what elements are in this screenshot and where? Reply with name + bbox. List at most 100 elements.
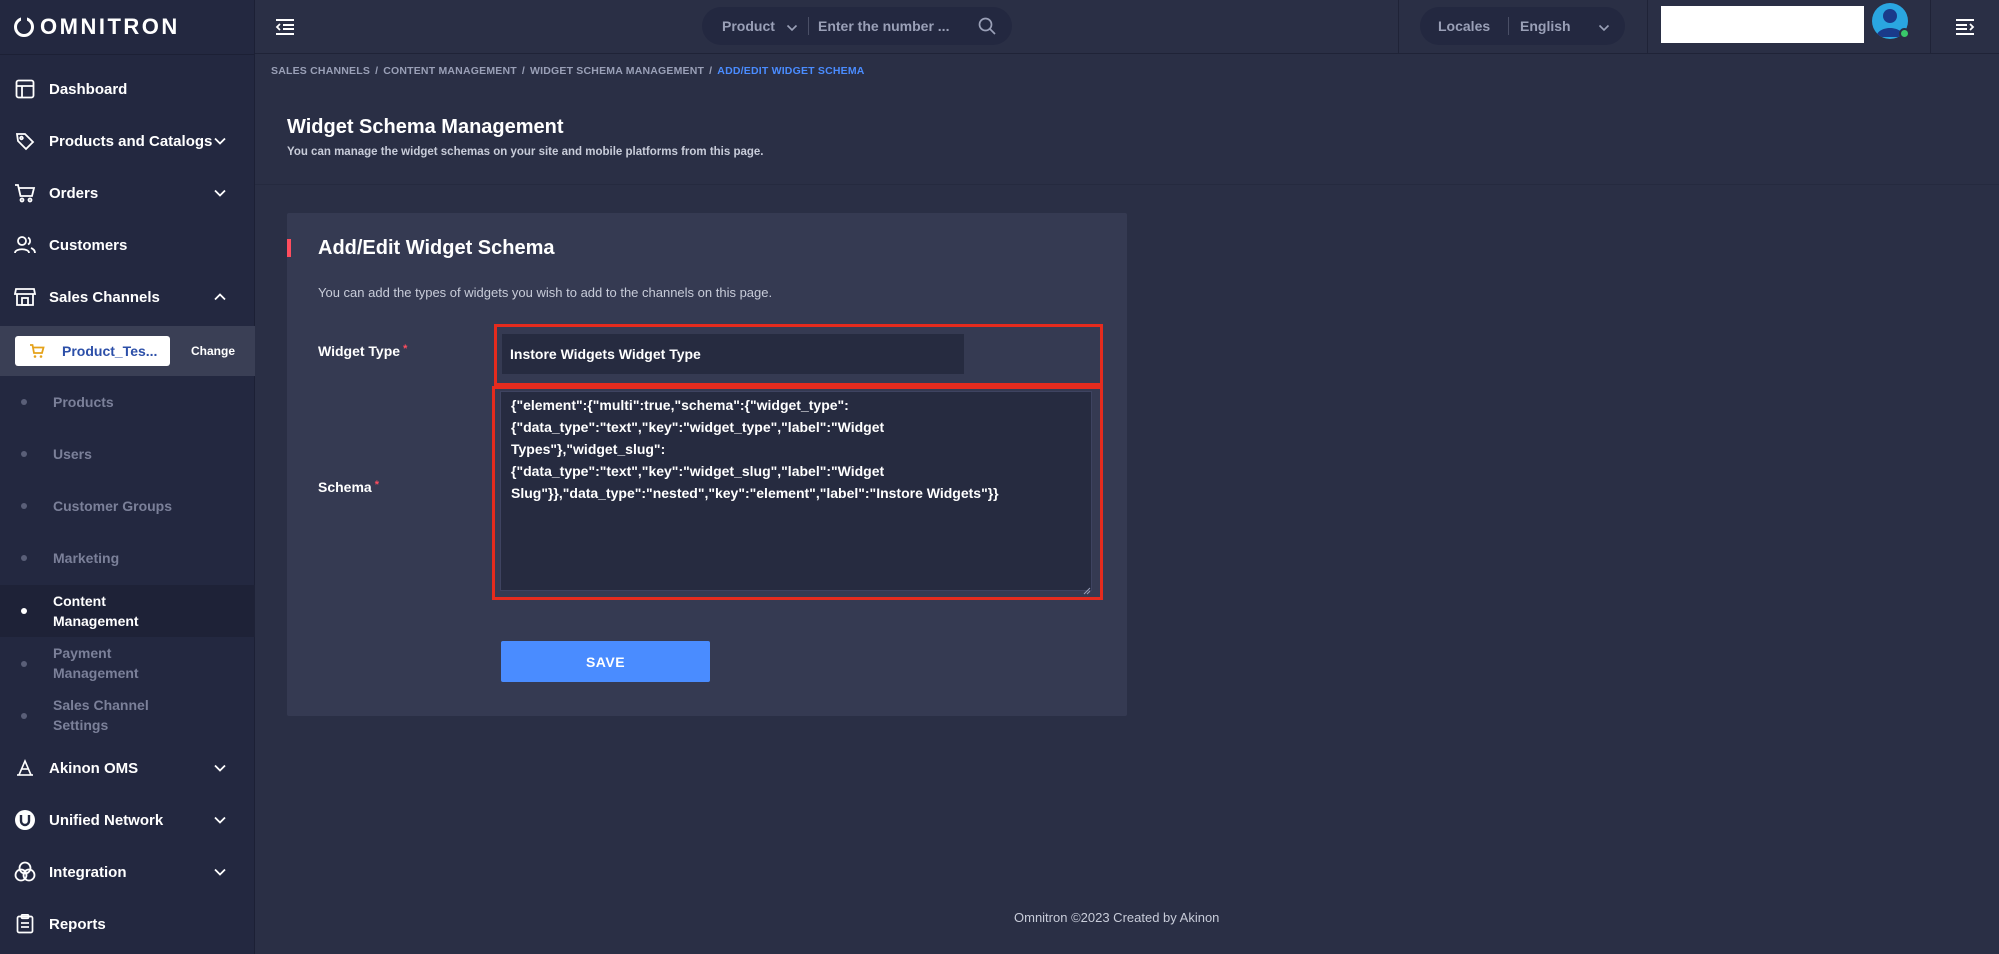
sidebar-subitem-sales-channel-settings[interactable]: Sales Channel Settings bbox=[0, 690, 255, 742]
brand-logo[interactable]: OMNITRON bbox=[14, 12, 180, 42]
sidebar-subitem-products[interactable]: Products bbox=[0, 382, 255, 422]
breadcrumb-item[interactable]: SALES CHANNELS bbox=[271, 65, 370, 79]
sidebar-subitem-label: Users bbox=[53, 446, 92, 462]
sidebar-item-label: Dashboard bbox=[49, 80, 128, 98]
locale-selector[interactable]: Locales English bbox=[1420, 7, 1625, 45]
sidebar-item-label: Integration bbox=[49, 863, 127, 881]
channel-select[interactable]: Product_Tes... bbox=[15, 336, 170, 366]
footer-text: Omnitron ©2023 Created by Akinon bbox=[1014, 910, 1220, 925]
chevron-down-icon bbox=[213, 761, 227, 775]
topbar-divider bbox=[1398, 0, 1399, 54]
bullet-icon bbox=[21, 555, 27, 561]
chevron-down-icon bbox=[1598, 21, 1610, 33]
sidebar-subitem-label: Content Management bbox=[53, 593, 139, 629]
channel-name: Product_Tes... bbox=[62, 343, 158, 359]
store-icon bbox=[14, 286, 36, 308]
channel-selector: Product_Tes... Change bbox=[0, 326, 255, 376]
bullet-icon bbox=[21, 503, 27, 509]
cart-icon bbox=[14, 182, 36, 204]
brand-name: OMNITRON bbox=[40, 14, 180, 39]
sidebar-subitem-label: Customer Groups bbox=[53, 498, 173, 514]
chevron-down-icon bbox=[213, 134, 227, 148]
sidebar-item-label: Akinon OMS bbox=[49, 759, 139, 777]
network-icon bbox=[14, 809, 36, 831]
required-mark: * bbox=[374, 479, 379, 491]
bullet-icon bbox=[21, 451, 27, 457]
online-status-badge bbox=[1899, 28, 1910, 39]
breadcrumb-item[interactable]: CONTENT MANAGEMENT bbox=[383, 65, 517, 79]
sidebar-item-customers[interactable]: Customers bbox=[0, 219, 255, 271]
global-search: Product bbox=[702, 7, 1012, 45]
search-divider bbox=[808, 17, 809, 35]
breadcrumb-separator: / bbox=[521, 65, 525, 77]
shopping-cart-icon bbox=[29, 343, 45, 362]
sidebar-item-reports[interactable]: Reports bbox=[0, 898, 255, 950]
sidebar-subitem-label: Products bbox=[53, 394, 114, 410]
menu-toggle-icon[interactable] bbox=[1953, 15, 1977, 39]
card-description: You can add the types of widgets you wis… bbox=[318, 285, 773, 300]
search-icon[interactable] bbox=[978, 17, 996, 35]
resize-handle-icon[interactable] bbox=[1083, 582, 1091, 595]
chevron-down-icon bbox=[213, 813, 227, 827]
sidebar-item-dashboard[interactable]: Dashboard bbox=[0, 63, 255, 115]
sidebar-item-sales-channels[interactable]: Sales Channels bbox=[0, 271, 255, 323]
sidebar-item-label: Customers bbox=[49, 236, 128, 254]
integration-icon bbox=[14, 861, 36, 883]
topbar-divider bbox=[1647, 0, 1648, 54]
required-mark: * bbox=[403, 343, 408, 355]
chevron-down-icon bbox=[786, 21, 798, 33]
sidebar-subitem-payment-management[interactable]: Payment Management bbox=[0, 638, 255, 690]
sidebar-item-orders[interactable]: Orders bbox=[0, 167, 255, 219]
sidebar-divider bbox=[0, 54, 255, 55]
collapse-sidebar-icon[interactable] bbox=[273, 15, 297, 39]
page-subtitle: You can manage the widget schemas on you… bbox=[287, 146, 764, 158]
header-divider bbox=[255, 184, 1999, 185]
save-button[interactable]: SAVE bbox=[501, 641, 710, 682]
sidebar-item-label: Products and Catalogs bbox=[49, 132, 213, 150]
sidebar-subitem-customer-groups[interactable]: Customer Groups bbox=[0, 486, 255, 526]
sidebar-subitem-label: Payment Management bbox=[53, 645, 139, 681]
page-title: Widget Schema Management bbox=[287, 116, 564, 138]
change-channel-button[interactable]: Change bbox=[178, 336, 248, 366]
sidebar-item-label: Orders bbox=[49, 184, 99, 202]
dashboard-icon bbox=[14, 78, 36, 100]
sidebar-item-unified-network[interactable]: Unified Network bbox=[0, 794, 255, 846]
search-input[interactable] bbox=[818, 15, 968, 37]
bullet-icon bbox=[21, 608, 27, 614]
widget-schema-form-card: Add/Edit Widget Schema You can add the t… bbox=[287, 213, 1127, 716]
sidebar-item-label: Unified Network bbox=[49, 811, 164, 829]
widget-type-label-text: Widget Type bbox=[318, 343, 401, 359]
bullet-icon bbox=[21, 661, 27, 667]
breadcrumb-separator: / bbox=[709, 65, 713, 77]
sidebar-subitem-users[interactable]: Users bbox=[0, 434, 255, 474]
search-scope-select[interactable]: Product bbox=[722, 18, 775, 34]
top-bar: Product Locales English bbox=[255, 0, 1999, 54]
sidebar-subitem-content-management[interactable]: Content Management bbox=[0, 585, 255, 637]
locale-value: English bbox=[1520, 18, 1571, 34]
sidebar-item-integration[interactable]: Integration bbox=[0, 846, 255, 898]
breadcrumb-item[interactable]: WIDGET SCHEMA MANAGEMENT bbox=[530, 65, 704, 79]
user-info-field[interactable] bbox=[1661, 6, 1864, 43]
sidebar-subitem-marketing[interactable]: Marketing bbox=[0, 538, 255, 578]
breadcrumb: SALES CHANNELS / CONTENT MANAGEMENT / WIDG… bbox=[271, 65, 865, 79]
locale-divider bbox=[1508, 17, 1509, 35]
schema-label: Schema * bbox=[318, 479, 379, 495]
sidebar-item-label: Sales Channels bbox=[49, 288, 160, 306]
schema-textarea[interactable]: {"element":{"multi":true,"schema":{"widg… bbox=[500, 391, 1092, 591]
sidebar-item-label: Reports bbox=[49, 915, 106, 933]
widget-type-label: Widget Type * bbox=[318, 343, 407, 359]
oms-icon bbox=[14, 757, 36, 779]
logo-icon bbox=[14, 16, 34, 37]
bullet-icon bbox=[21, 713, 27, 719]
report-icon bbox=[14, 913, 36, 935]
sidebar-item-akinon-oms[interactable]: Akinon OMS bbox=[0, 742, 255, 794]
tag-icon bbox=[14, 130, 36, 152]
sidebar-item-products-and-catalogs[interactable]: Products and Catalogs bbox=[0, 115, 255, 167]
breadcrumb-current: ADD/EDIT WIDGET SCHEMA bbox=[717, 65, 865, 77]
sidebar-subitem-label: Sales Channel Settings bbox=[53, 697, 149, 733]
breadcrumb-separator: / bbox=[375, 65, 379, 77]
bullet-icon bbox=[21, 399, 27, 405]
topbar-divider bbox=[1930, 0, 1931, 54]
widget-type-input[interactable] bbox=[502, 334, 964, 374]
sidebar: OMNITRON Dashboard Products and Catalogs… bbox=[0, 0, 255, 954]
